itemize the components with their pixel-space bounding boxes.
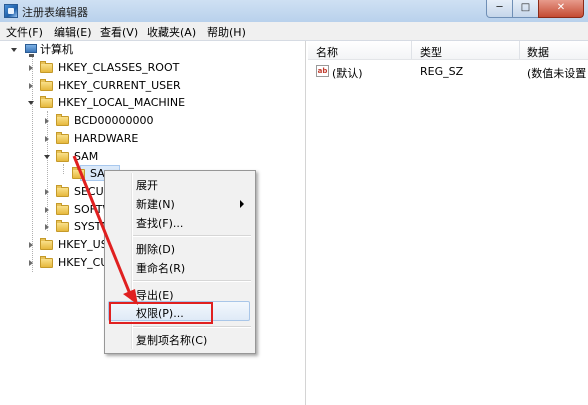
tree-item-security[interactable]: SECUR bbox=[0, 184, 111, 200]
menu-favorites[interactable]: 收藏夹(A) bbox=[147, 24, 196, 40]
tree-item-bcd[interactable]: BCD00000000 bbox=[0, 113, 300, 129]
folder-icon bbox=[40, 79, 53, 91]
menu-bar: 文件(F) 编辑(E) 查看(V) 收藏夹(A) 帮助(H) bbox=[0, 22, 588, 41]
value-name: (默认) bbox=[332, 67, 363, 80]
tree-item-sam[interactable]: SAM bbox=[0, 149, 300, 165]
tree-item-hkey-current-config[interactable]: HKEY_CU bbox=[0, 255, 108, 271]
tree-item-label: HKEY_CLASSES_ROOT bbox=[58, 61, 180, 74]
expand-arrow-icon[interactable] bbox=[45, 189, 49, 195]
tree-item-label: HKEY_CURRENT_USER bbox=[58, 79, 181, 92]
string-value-icon: ab bbox=[316, 65, 329, 77]
folder-icon bbox=[40, 238, 53, 250]
tree-item-label: HKEY_US bbox=[58, 238, 108, 251]
tree-item-software[interactable]: SOFTW bbox=[0, 202, 113, 218]
value-data: (数值未设置 bbox=[527, 67, 587, 80]
expand-arrow-icon[interactable] bbox=[29, 260, 33, 266]
column-separator[interactable] bbox=[411, 41, 412, 59]
menu-item-export[interactable]: 导出(E) bbox=[136, 287, 174, 303]
menu-separator bbox=[133, 280, 251, 282]
tree-item-label: SAM bbox=[74, 150, 99, 163]
folder-icon bbox=[40, 256, 53, 268]
maximize-button[interactable]: □ bbox=[512, 0, 539, 18]
folder-icon bbox=[72, 167, 85, 179]
menu-item-delete[interactable]: 删除(D) bbox=[136, 241, 175, 257]
tree-item-hkey-current-user[interactable]: HKEY_CURRENT_USER bbox=[0, 78, 300, 94]
annotation-highlight-box bbox=[109, 302, 213, 324]
tree-item-label: BCD00000000 bbox=[74, 114, 154, 127]
minimize-button[interactable]: ─ bbox=[486, 0, 513, 18]
column-header-data[interactable]: 数据 bbox=[527, 44, 549, 60]
folder-icon bbox=[56, 185, 69, 197]
expand-arrow-icon[interactable] bbox=[45, 136, 49, 142]
menu-file[interactable]: 文件(F) bbox=[6, 24, 43, 40]
menu-view[interactable]: 查看(V) bbox=[100, 24, 138, 40]
column-header-name[interactable]: 名称 bbox=[316, 44, 338, 60]
column-header-type[interactable]: 类型 bbox=[420, 44, 442, 60]
tree-item-label: SA bbox=[90, 167, 105, 180]
title-bar: 注册表编辑器 ─ □ ✕ bbox=[0, 0, 588, 23]
close-button[interactable]: ✕ bbox=[538, 0, 584, 18]
tree-item-hkey-users[interactable]: HKEY_US bbox=[0, 237, 108, 253]
computer-icon bbox=[25, 44, 37, 57]
menu-edit[interactable]: 编辑(E) bbox=[54, 24, 92, 40]
tree-item-hkey-classes-root[interactable]: HKEY_CLASSES_ROOT bbox=[0, 60, 300, 76]
regedit-app-icon bbox=[4, 4, 18, 18]
menu-item-find[interactable]: 查找(F)... bbox=[136, 215, 183, 231]
folder-icon bbox=[56, 220, 69, 232]
menu-separator bbox=[133, 235, 251, 237]
menu-item-expand[interactable]: 展开 bbox=[136, 177, 158, 193]
collapse-arrow-icon[interactable] bbox=[44, 155, 50, 159]
folder-icon bbox=[56, 203, 69, 215]
menu-item-rename[interactable]: 重命名(R) bbox=[136, 260, 185, 276]
tree-item-hardware[interactable]: HARDWARE bbox=[0, 131, 300, 147]
expand-arrow-icon[interactable] bbox=[29, 83, 33, 89]
tree-item-label: HARDWARE bbox=[74, 132, 139, 145]
menu-item-copy-key-name[interactable]: 复制项名称(C) bbox=[136, 332, 207, 348]
value-row[interactable]: ab (默认) REG_SZ (数值未设置 bbox=[308, 64, 588, 80]
value-type: REG_SZ bbox=[420, 65, 464, 78]
tree-item-label: 计算机 bbox=[40, 43, 73, 56]
expand-arrow-icon[interactable] bbox=[45, 224, 49, 230]
tree-item-system[interactable]: SYSTE bbox=[0, 219, 110, 235]
list-header: 名称 类型 数据 bbox=[308, 41, 588, 60]
folder-icon bbox=[56, 114, 69, 126]
tree-item-label: HKEY_CU bbox=[58, 256, 109, 269]
folder-icon bbox=[40, 96, 53, 108]
tree-item-hkey-local-machine[interactable]: HKEY_LOCAL_MACHINE bbox=[0, 95, 300, 111]
expand-arrow-icon[interactable] bbox=[29, 65, 33, 71]
folder-icon bbox=[40, 61, 53, 73]
tree-item-computer[interactable]: 计算机 bbox=[0, 42, 300, 58]
expand-arrow-icon[interactable] bbox=[45, 207, 49, 213]
window-title: 注册表编辑器 bbox=[22, 6, 88, 19]
menu-separator bbox=[133, 326, 251, 328]
expand-arrow-icon[interactable] bbox=[29, 242, 33, 248]
submenu-arrow-icon bbox=[240, 200, 244, 208]
folder-icon bbox=[56, 150, 69, 162]
tree-item-label: HKEY_LOCAL_MACHINE bbox=[58, 96, 186, 109]
menu-help[interactable]: 帮助(H) bbox=[207, 24, 246, 40]
column-separator[interactable] bbox=[519, 41, 520, 59]
context-menu: 展开 新建(N) 查找(F)... 删除(D) 重命名(R) 导出(E) 权限(… bbox=[104, 170, 256, 354]
menu-item-new[interactable]: 新建(N) bbox=[136, 196, 175, 212]
expand-arrow-icon[interactable] bbox=[45, 118, 49, 124]
folder-icon bbox=[56, 132, 69, 144]
collapse-arrow-icon[interactable] bbox=[28, 101, 34, 105]
collapse-arrow-icon[interactable] bbox=[11, 48, 17, 52]
registry-values-pane[interactable]: 名称 类型 数据 ab (默认) REG_SZ (数值未设置 bbox=[308, 41, 588, 405]
